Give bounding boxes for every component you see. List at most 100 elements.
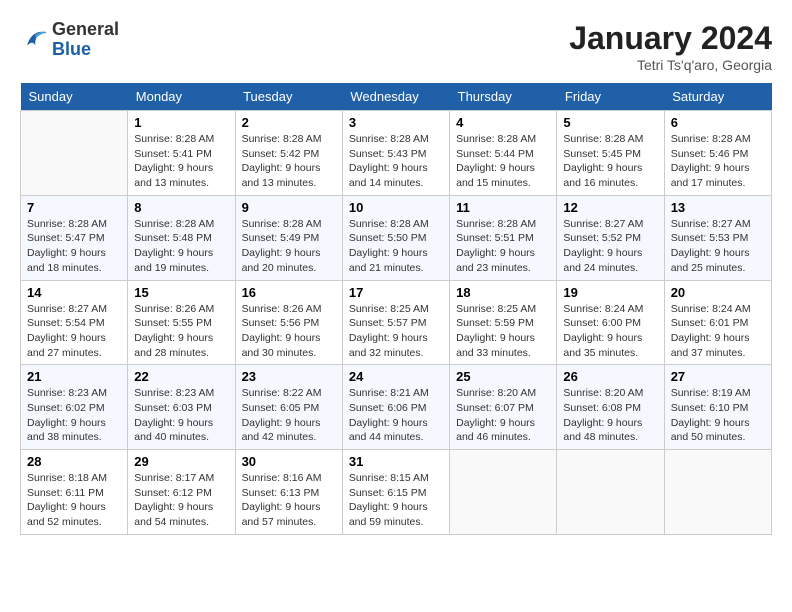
day-number: 2	[242, 115, 336, 130]
day-number: 5	[563, 115, 657, 130]
calendar-cell: 11 Sunrise: 8:28 AM Sunset: 5:51 PM Dayli…	[450, 195, 557, 280]
calendar-cell: 7Sunrise: 8:28 AM Sunset: 5:47 PM Daylig…	[21, 195, 128, 280]
calendar-cell: 19 Sunrise: 8:24 AM Sunset: 6:00 PM Dayli…	[557, 280, 664, 365]
calendar-cell: 2 Sunrise: 8:28 AM Sunset: 5:42 PM Daylig…	[235, 111, 342, 196]
day-number: 9	[242, 200, 336, 215]
calendar-cell	[21, 111, 128, 196]
calendar-cell: 25Sunrise: 8:20 AM Sunset: 6:07 PM Dayli…	[450, 365, 557, 450]
calendar-cell: 27 Sunrise: 8:19 AM Sunset: 6:10 PM Dayli…	[664, 365, 771, 450]
calendar-cell: 9 Sunrise: 8:28 AM Sunset: 5:49 PM Daylig…	[235, 195, 342, 280]
calendar-week-row: 21Sunrise: 8:23 AM Sunset: 6:02 PM Dayli…	[21, 365, 772, 450]
logo: General Blue	[20, 20, 119, 60]
day-info: Sunrise: 8:27 AM Sunset: 5:54 PM Dayligh…	[27, 302, 121, 361]
day-info: Sunrise: 8:28 AM Sunset: 5:49 PM Dayligh…	[242, 217, 336, 276]
day-number: 29	[134, 454, 228, 469]
logo-bird-icon	[20, 26, 48, 54]
day-number: 4	[456, 115, 550, 130]
day-info: Sunrise: 8:20 AM Sunset: 6:07 PM Dayligh…	[456, 386, 550, 445]
day-info: Sunrise: 8:27 AM Sunset: 5:52 PM Dayligh…	[563, 217, 657, 276]
calendar-cell: 16Sunrise: 8:26 AM Sunset: 5:56 PM Dayli…	[235, 280, 342, 365]
day-number: 14	[27, 285, 121, 300]
day-info: Sunrise: 8:16 AM Sunset: 6:13 PM Dayligh…	[242, 471, 336, 530]
calendar-week-row: 7Sunrise: 8:28 AM Sunset: 5:47 PM Daylig…	[21, 195, 772, 280]
weekday-header-thursday: Thursday	[450, 83, 557, 111]
day-info: Sunrise: 8:27 AM Sunset: 5:53 PM Dayligh…	[671, 217, 765, 276]
calendar-cell: 10 Sunrise: 8:28 AM Sunset: 5:50 PM Dayli…	[342, 195, 449, 280]
location-text: Tetri Ts'q'aro, Georgia	[569, 57, 772, 73]
day-number: 30	[242, 454, 336, 469]
day-info: Sunrise: 8:20 AM Sunset: 6:08 PM Dayligh…	[563, 386, 657, 445]
day-number: 31	[349, 454, 443, 469]
day-info: Sunrise: 8:28 AM Sunset: 5:41 PM Dayligh…	[134, 132, 228, 191]
day-number: 27	[671, 369, 765, 384]
day-number: 8	[134, 200, 228, 215]
day-info: Sunrise: 8:21 AM Sunset: 6:06 PM Dayligh…	[349, 386, 443, 445]
day-info: Sunrise: 8:28 AM Sunset: 5:42 PM Dayligh…	[242, 132, 336, 191]
day-number: 1	[134, 115, 228, 130]
calendar-week-row: 14 Sunrise: 8:27 AM Sunset: 5:54 PM Dayli…	[21, 280, 772, 365]
day-number: 15	[134, 285, 228, 300]
calendar-cell: 15 Sunrise: 8:26 AM Sunset: 5:55 PM Dayli…	[128, 280, 235, 365]
day-number: 13	[671, 200, 765, 215]
calendar-cell	[450, 450, 557, 535]
day-info: Sunrise: 8:28 AM Sunset: 5:44 PM Dayligh…	[456, 132, 550, 191]
calendar-cell: 28 Sunrise: 8:18 AM Sunset: 6:11 PM Dayli…	[21, 450, 128, 535]
day-number: 6	[671, 115, 765, 130]
day-info: Sunrise: 8:18 AM Sunset: 6:11 PM Dayligh…	[27, 471, 121, 530]
calendar-cell: 1 Sunrise: 8:28 AM Sunset: 5:41 PM Daylig…	[128, 111, 235, 196]
day-info: Sunrise: 8:28 AM Sunset: 5:50 PM Dayligh…	[349, 217, 443, 276]
day-info: Sunrise: 8:28 AM Sunset: 5:47 PM Dayligh…	[27, 217, 121, 276]
calendar-cell: 23Sunrise: 8:22 AM Sunset: 6:05 PM Dayli…	[235, 365, 342, 450]
day-number: 21	[27, 369, 121, 384]
day-info: Sunrise: 8:15 AM Sunset: 6:15 PM Dayligh…	[349, 471, 443, 530]
calendar-cell: 20 Sunrise: 8:24 AM Sunset: 6:01 PM Dayli…	[664, 280, 771, 365]
day-info: Sunrise: 8:24 AM Sunset: 6:01 PM Dayligh…	[671, 302, 765, 361]
weekday-header-sunday: Sunday	[21, 83, 128, 111]
weekday-header-friday: Friday	[557, 83, 664, 111]
calendar-cell: 30 Sunrise: 8:16 AM Sunset: 6:13 PM Dayli…	[235, 450, 342, 535]
day-info: Sunrise: 8:17 AM Sunset: 6:12 PM Dayligh…	[134, 471, 228, 530]
day-number: 26	[563, 369, 657, 384]
calendar-cell: 13 Sunrise: 8:27 AM Sunset: 5:53 PM Dayli…	[664, 195, 771, 280]
day-number: 12	[563, 200, 657, 215]
page-header: General Blue January 2024 Tetri Ts'q'aro…	[20, 20, 772, 73]
weekday-header-saturday: Saturday	[664, 83, 771, 111]
day-number: 18	[456, 285, 550, 300]
day-number: 19	[563, 285, 657, 300]
day-number: 20	[671, 285, 765, 300]
day-info: Sunrise: 8:19 AM Sunset: 6:10 PM Dayligh…	[671, 386, 765, 445]
calendar-cell: 14 Sunrise: 8:27 AM Sunset: 5:54 PM Dayli…	[21, 280, 128, 365]
calendar-cell: 8 Sunrise: 8:28 AM Sunset: 5:48 PM Daylig…	[128, 195, 235, 280]
day-info: Sunrise: 8:28 AM Sunset: 5:43 PM Dayligh…	[349, 132, 443, 191]
calendar-week-row: 28 Sunrise: 8:18 AM Sunset: 6:11 PM Dayli…	[21, 450, 772, 535]
calendar-cell: 31 Sunrise: 8:15 AM Sunset: 6:15 PM Dayli…	[342, 450, 449, 535]
calendar-cell: 26 Sunrise: 8:20 AM Sunset: 6:08 PM Dayli…	[557, 365, 664, 450]
calendar-week-row: 1 Sunrise: 8:28 AM Sunset: 5:41 PM Daylig…	[21, 111, 772, 196]
calendar-cell: 18 Sunrise: 8:25 AM Sunset: 5:59 PM Dayli…	[450, 280, 557, 365]
day-number: 11	[456, 200, 550, 215]
calendar-cell	[557, 450, 664, 535]
day-info: Sunrise: 8:28 AM Sunset: 5:51 PM Dayligh…	[456, 217, 550, 276]
month-title: January 2024	[569, 20, 772, 57]
day-number: 10	[349, 200, 443, 215]
day-info: Sunrise: 8:28 AM Sunset: 5:45 PM Dayligh…	[563, 132, 657, 191]
day-number: 28	[27, 454, 121, 469]
calendar-cell: 17Sunrise: 8:25 AM Sunset: 5:57 PM Dayli…	[342, 280, 449, 365]
day-info: Sunrise: 8:28 AM Sunset: 5:48 PM Dayligh…	[134, 217, 228, 276]
weekday-header-monday: Monday	[128, 83, 235, 111]
day-info: Sunrise: 8:26 AM Sunset: 5:56 PM Dayligh…	[242, 302, 336, 361]
day-info: Sunrise: 8:24 AM Sunset: 6:00 PM Dayligh…	[563, 302, 657, 361]
day-number: 22	[134, 369, 228, 384]
calendar-cell: 12 Sunrise: 8:27 AM Sunset: 5:52 PM Dayli…	[557, 195, 664, 280]
day-info: Sunrise: 8:28 AM Sunset: 5:46 PM Dayligh…	[671, 132, 765, 191]
calendar-cell: 21Sunrise: 8:23 AM Sunset: 6:02 PM Dayli…	[21, 365, 128, 450]
weekday-header-tuesday: Tuesday	[235, 83, 342, 111]
day-number: 24	[349, 369, 443, 384]
calendar-cell: 24 Sunrise: 8:21 AM Sunset: 6:06 PM Dayli…	[342, 365, 449, 450]
logo-text: General Blue	[52, 20, 119, 60]
day-info: Sunrise: 8:23 AM Sunset: 6:03 PM Dayligh…	[134, 386, 228, 445]
day-info: Sunrise: 8:25 AM Sunset: 5:59 PM Dayligh…	[456, 302, 550, 361]
day-info: Sunrise: 8:26 AM Sunset: 5:55 PM Dayligh…	[134, 302, 228, 361]
calendar-cell	[664, 450, 771, 535]
calendar-cell: 4 Sunrise: 8:28 AM Sunset: 5:44 PM Daylig…	[450, 111, 557, 196]
